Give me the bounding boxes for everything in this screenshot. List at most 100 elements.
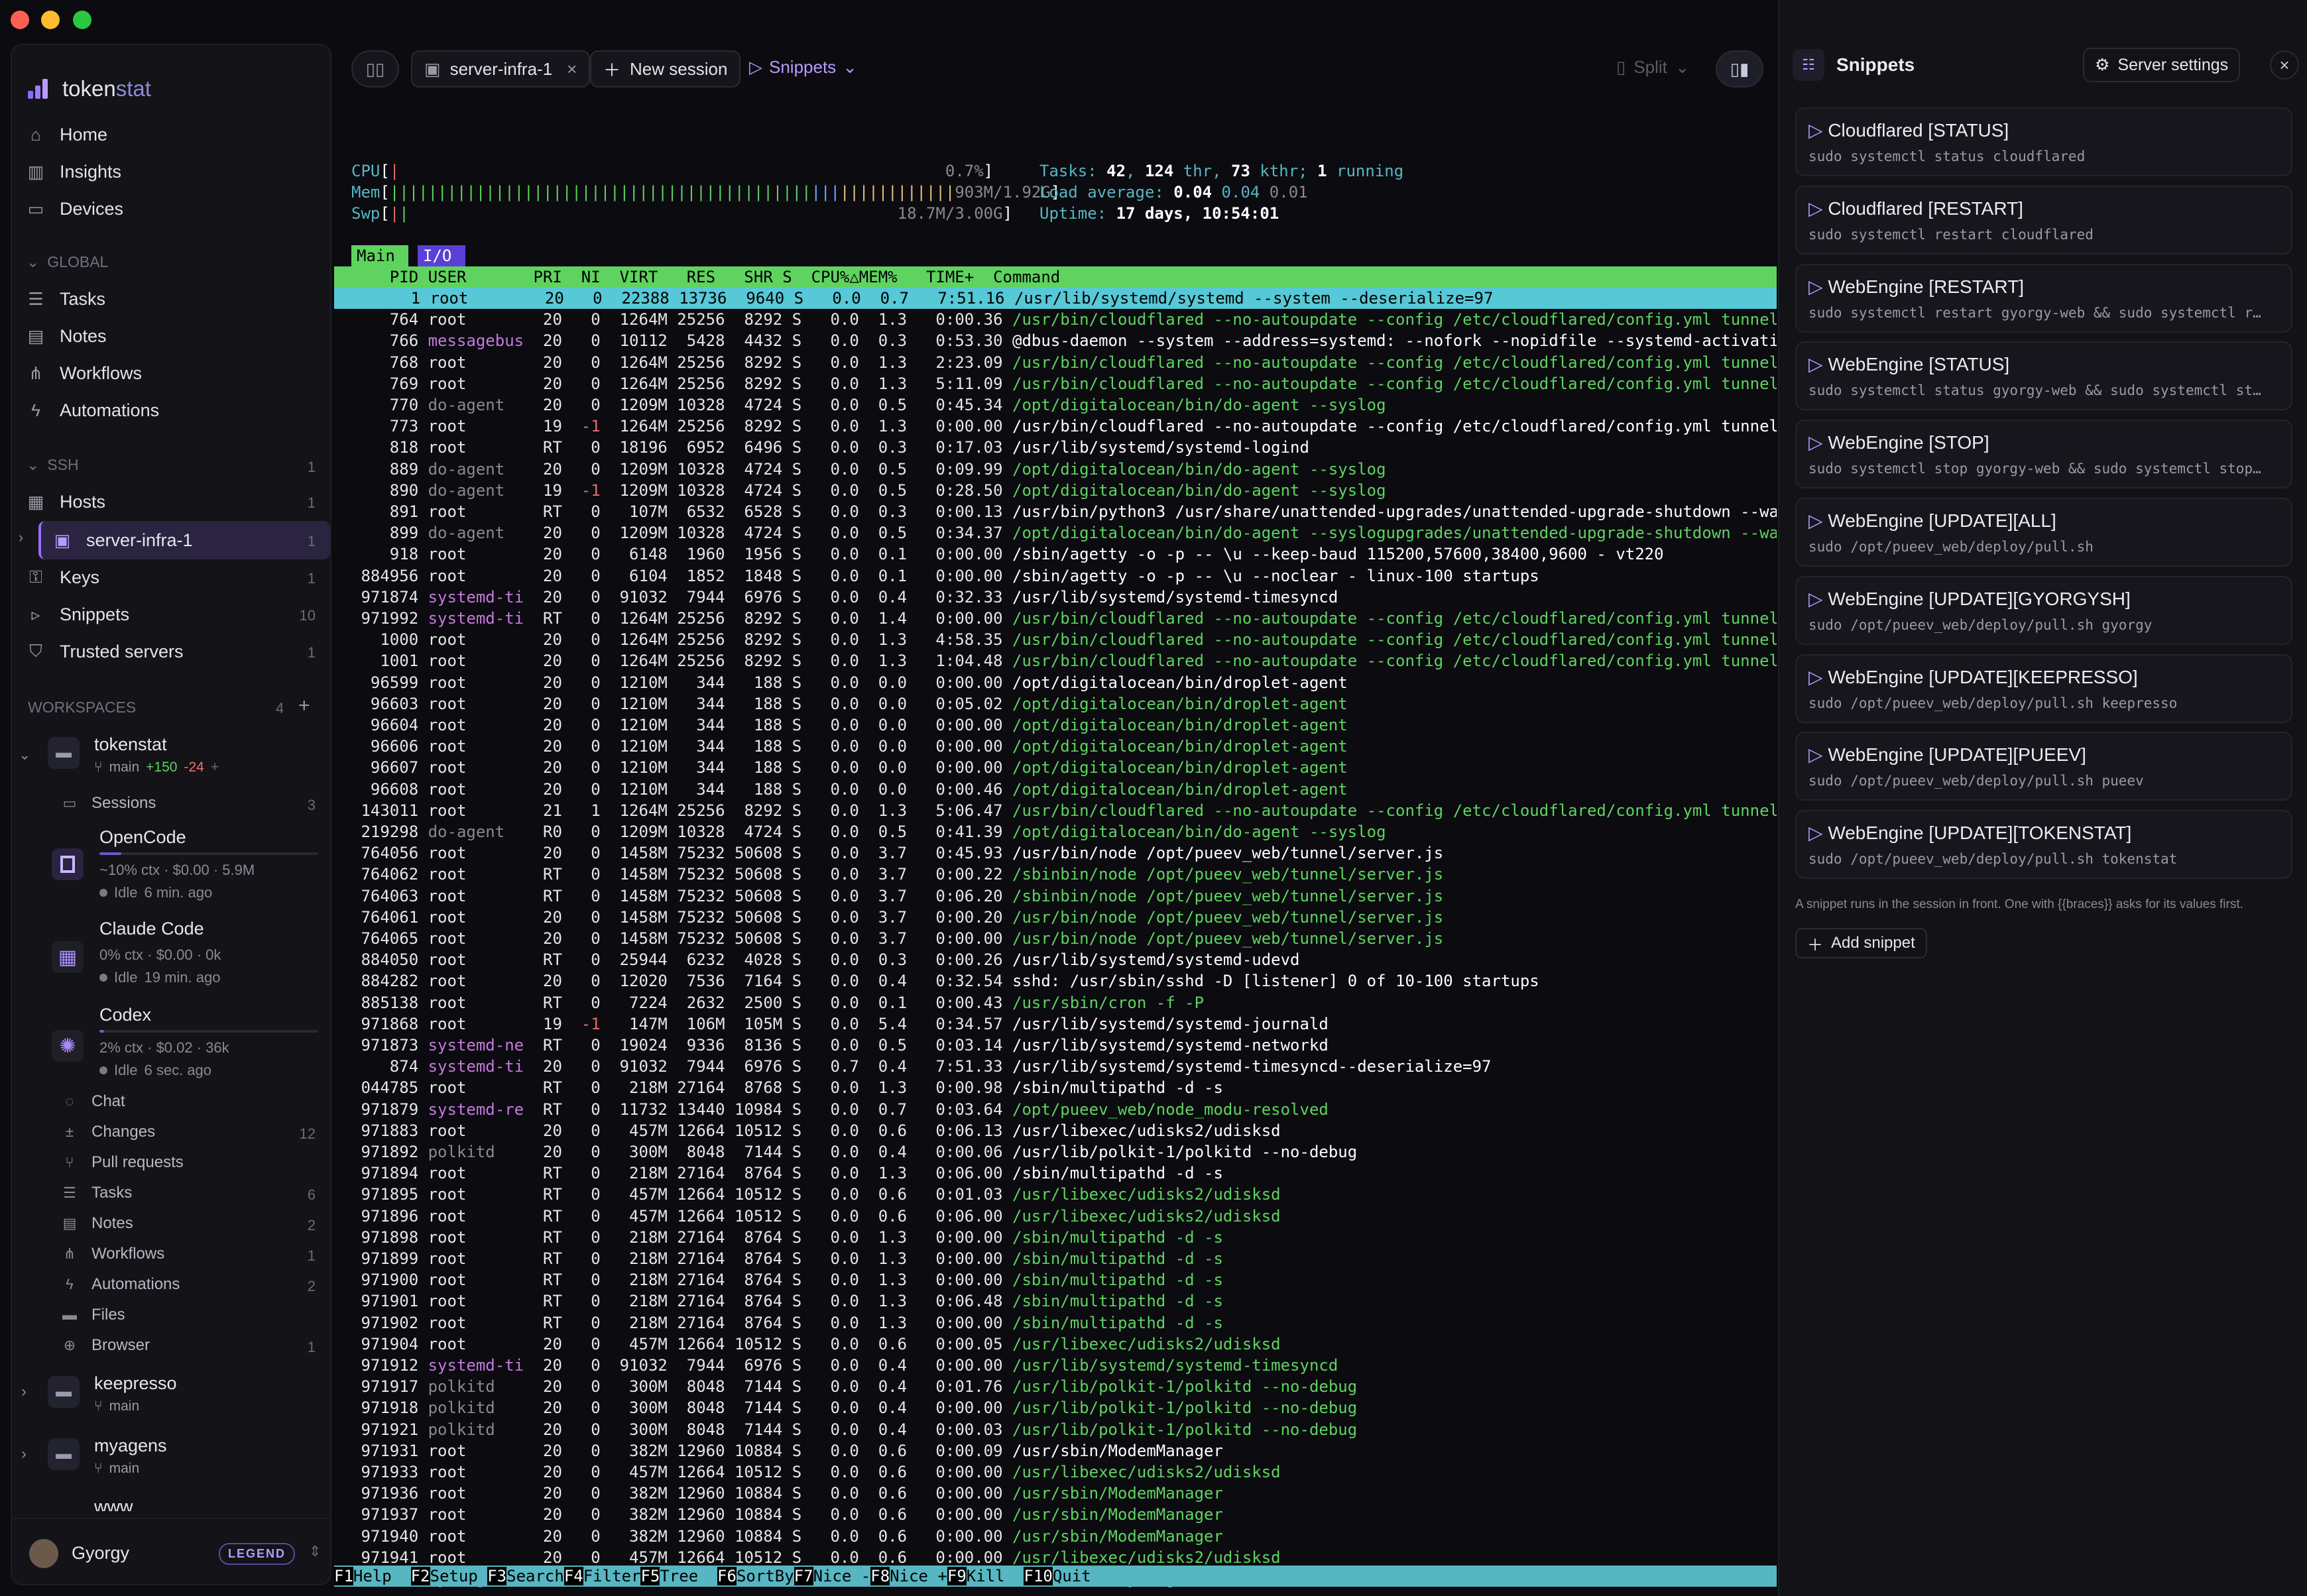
chevron-down-icon[interactable]: ⌄: [19, 746, 30, 764]
process-row[interactable]: 818 root RT 0 18196 6952 6496 S 0.0 0.3 …: [351, 437, 1309, 458]
process-row[interactable]: 96606 root 20 0 1210M 344 188 S 0.0 0.0 …: [351, 736, 1348, 757]
process-row[interactable]: 044785 root RT 0 218M 27164 8768 S 0.0 1…: [351, 1077, 1222, 1098]
process-row[interactable]: 971936 root 20 0 382M 12960 10884 S 0.0 …: [351, 1483, 1222, 1504]
close-panel-button[interactable]: ×: [2270, 50, 2299, 80]
server-settings-button[interactable]: ⚙ Server settings: [2083, 48, 2241, 82]
nav-devices[interactable]: ▭ Devices: [27, 192, 123, 225]
workspace-www-name[interactable]: www: [94, 1497, 133, 1511]
ws-nav-notes[interactable]: ▤ Notes: [61, 1214, 133, 1233]
snippet-card[interactable]: ▷ WebEngine [UPDATE][ALL] sudo /opt/pueev…: [1795, 498, 2292, 567]
process-row[interactable]: 971898 root RT 0 218M 27164 8764 S 0.0 1…: [351, 1227, 1222, 1248]
process-row[interactable]: 891 root RT 0 107M 6532 6528 S 0.0 0.3 0…: [351, 501, 1777, 522]
process-row[interactable]: 219298 do-agent R0 0 1209M 10328 4724 S …: [351, 821, 1386, 842]
snippets-dropdown[interactable]: ▷ Snippets ⌄: [749, 57, 857, 78]
fkey-f3[interactable]: F3: [487, 1567, 507, 1585]
process-row[interactable]: 96608 root 20 0 1210M 344 188 S 0.0 0.0 …: [351, 779, 1348, 800]
ws-nav-browser[interactable]: ⊕ Browser: [61, 1336, 150, 1355]
split-dropdown[interactable]: ▯ Split ⌄: [1616, 57, 1690, 78]
process-row[interactable]: 884282 root 20 0 12020 7536 7164 S 0.0 0…: [351, 970, 1539, 992]
ws-nav-chat[interactable]: ◌ Chat: [61, 1092, 125, 1111]
snippet-card[interactable]: ▷ WebEngine [UPDATE][TOKENSTAT] sudo /opt…: [1795, 810, 2292, 880]
process-row[interactable]: 971896 root RT 0 457M 12664 10512 S 0.0 …: [351, 1206, 1280, 1227]
snippet-card[interactable]: ▷ WebEngine [STATUS] sudo systemctl statu…: [1795, 341, 2292, 411]
process-table-header[interactable]: PID USER PRI NI VIRT RES SHR S CPU%△MEM%…: [334, 266, 1777, 288]
process-row[interactable]: 96599 root 20 0 1210M 344 188 S 0.0 0.0 …: [351, 672, 1348, 693]
fkey-f9[interactable]: F9: [947, 1567, 967, 1585]
process-row[interactable]: 971894 root RT 0 218M 27164 8764 S 0.0 1…: [351, 1163, 1222, 1184]
ws-nav-workflows[interactable]: ⋔ Workflows: [61, 1245, 164, 1263]
ws-nav-automations[interactable]: ϟ Automations: [61, 1275, 180, 1294]
workspace-tokenstat-name[interactable]: tokenstat: [94, 734, 167, 755]
session-opencode[interactable]: OpenCode ~10% ctx · $0.00 · 5.9M Idle 6 m…: [42, 827, 321, 913]
zoom-window-button[interactable]: [73, 11, 91, 29]
tab-io[interactable]: I/O: [418, 245, 465, 266]
snippet-card[interactable]: ▷ Cloudflared [RESTART] sudo systemctl re…: [1795, 185, 2292, 255]
process-row[interactable]: 971900 root RT 0 218M 27164 8764 S 0.0 1…: [351, 1269, 1222, 1290]
process-row[interactable]: 971868 root 19 -1 147M 106M 105M S 0.0 5…: [351, 1013, 1328, 1035]
nav-notes[interactable]: ▤ Notes: [27, 319, 107, 353]
snippet-card[interactable]: ▷ WebEngine [UPDATE][PUEEV] sudo /opt/pue…: [1795, 732, 2292, 801]
process-row[interactable]: 96604 root 20 0 1210M 344 188 S 0.0 0.0 …: [351, 714, 1348, 736]
process-row[interactable]: 764063 root RT 0 1458M 75232 50608 S 0.0…: [351, 885, 1443, 907]
process-row[interactable]: 971892 polkitd 20 0 300M 8048 7144 S 0.0…: [351, 1141, 1357, 1163]
tab-server-infra-1[interactable]: ▣ server-infra-1 ×: [411, 50, 591, 87]
nav-home[interactable]: ⌂ Home: [27, 118, 107, 151]
fkey-f8[interactable]: F8: [870, 1567, 890, 1585]
process-row[interactable]: 971921 polkitd 20 0 300M 8048 7144 S 0.0…: [351, 1419, 1357, 1440]
tab-main[interactable]: Main: [351, 245, 408, 266]
process-row[interactable]: 971918 polkitd 20 0 300M 8048 7144 S 0.0…: [351, 1397, 1357, 1418]
snippet-card[interactable]: ▷ WebEngine [UPDATE][KEEPRESSO] sudo /opt…: [1795, 654, 2292, 723]
fkey-f4[interactable]: F4: [563, 1567, 583, 1585]
nav-server-infra-1[interactable]: ▣ server-infra-1: [53, 524, 193, 557]
process-row[interactable]: 96607 root 20 0 1210M 344 188 S 0.0 0.0 …: [351, 757, 1348, 778]
process-row[interactable]: 764062 root RT 0 1458M 75232 50608 S 0.0…: [351, 864, 1443, 885]
close-window-button[interactable]: [11, 11, 29, 29]
process-row[interactable]: 918 root 20 0 6148 1960 1956 S 0.0 0.1 0…: [351, 543, 1664, 565]
nav-insights[interactable]: ▥ Insights: [27, 155, 121, 188]
new-session-button[interactable]: ＋ New session: [590, 50, 741, 87]
session-claude-code[interactable]: ▦ Claude Code 0% ctx · $0.00 · 0k Idle 19…: [42, 919, 321, 1005]
process-row[interactable]: 971917 polkitd 20 0 300M 8048 7144 S 0.0…: [351, 1376, 1357, 1397]
process-row[interactable]: 769 root 20 0 1264M 25256 8292 S 0.0 1.3…: [351, 373, 1777, 394]
fkey-f5[interactable]: F5: [640, 1567, 660, 1585]
process-row[interactable]: 764 root 20 0 1264M 25256 8292 S 0.0 1.3…: [351, 309, 1777, 330]
add-workspace-button[interactable]: +: [298, 695, 310, 717]
process-row[interactable]: 971912 systemd-ti 20 0 91032 7944 6976 S…: [351, 1355, 1338, 1376]
process-row[interactable]: 764061 root 20 0 1458M 75232 50608 S 0.0…: [351, 907, 1443, 928]
process-row[interactable]: 764065 root 20 0 1458M 75232 50608 S 0.0…: [351, 928, 1443, 949]
chevron-right-icon[interactable]: ›: [21, 1445, 27, 1463]
process-row[interactable]: 874 systemd-ti 20 0 91032 7944 6976 S 0.…: [351, 1056, 1492, 1077]
process-row[interactable]: 96603 root 20 0 1210M 344 188 S 0.0 0.0 …: [351, 693, 1348, 714]
process-row[interactable]: 971902 root RT 0 218M 27164 8764 S 0.0 1…: [351, 1312, 1222, 1334]
process-row[interactable]: 143011 root 21 1 1264M 25256 8292 S 0.0 …: [351, 800, 1777, 821]
nav-snippets[interactable]: ▹ Snippets: [27, 598, 129, 631]
minimize-window-button[interactable]: [41, 11, 60, 29]
ws-nav-tasks[interactable]: ☰ Tasks: [61, 1184, 132, 1202]
process-row[interactable]: 971937 root 20 0 382M 12960 10884 S 0.0 …: [351, 1504, 1222, 1525]
close-icon[interactable]: ×: [567, 59, 577, 80]
process-row[interactable]: 971941 root 20 0 457M 12664 10512 S 0.0 …: [351, 1547, 1280, 1568]
process-row[interactable]: 885138 root RT 0 7224 2632 2500 S 0.0 0.…: [351, 992, 1204, 1013]
add-snippet-button[interactable]: ＋ Add snippet: [1795, 928, 1927, 958]
process-row[interactable]: 766 messagebus 20 0 10112 5428 4432 S 0.…: [351, 330, 1777, 351]
process-row[interactable]: 971904 root 20 0 457M 12664 10512 S 0.0 …: [351, 1334, 1280, 1355]
fkey-f2[interactable]: F2: [410, 1567, 430, 1585]
nav-trusted-servers[interactable]: ⛉ Trusted servers: [27, 635, 183, 668]
nav-keys[interactable]: ⚿ Keys: [27, 561, 99, 594]
toggle-right-panel-button[interactable]: ▯▮: [1716, 50, 1763, 87]
terminal[interactable]: CPU[| 0.7%] Mem[||||||||||||||||||||||||…: [334, 113, 1777, 1588]
process-row[interactable]: 890 do-agent 19 -1 1209M 10328 4724 S 0.…: [351, 480, 1386, 501]
nav-sessions[interactable]: ▭ Sessions: [61, 794, 156, 813]
user-footer[interactable]: Gyorgy LEGEND ⇕: [12, 1518, 330, 1584]
process-row[interactable]: 971873 systemd-ne RT 0 19024 9336 8136 S…: [351, 1035, 1328, 1056]
process-row[interactable]: 899 do-agent 20 0 1209M 10328 4724 S 0.0…: [351, 522, 1777, 543]
process-row[interactable]: 971992 systemd-ti RT 0 1264M 25256 8292 …: [351, 608, 1777, 629]
nav-tasks[interactable]: ☰ Tasks: [27, 282, 105, 315]
snippet-card[interactable]: ▷ WebEngine [UPDATE][GYORGYSH] sudo /opt/…: [1795, 575, 2292, 645]
ws-nav-pull-requests[interactable]: ⑂ Pull requests: [61, 1153, 183, 1172]
process-row[interactable]: 884050 root RT 0 25944 6232 4028 S 0.0 0…: [351, 949, 1299, 970]
process-row[interactable]: 884956 root 20 0 6104 1852 1848 S 0.0 0.…: [351, 565, 1539, 587]
fkey-f10[interactable]: F10: [1024, 1567, 1053, 1585]
process-row[interactable]: 770 do-agent 20 0 1209M 10328 4724 S 0.0…: [351, 394, 1386, 416]
process-row[interactable]: 1000 root 20 0 1264M 25256 8292 S 0.0 1.…: [351, 629, 1777, 650]
